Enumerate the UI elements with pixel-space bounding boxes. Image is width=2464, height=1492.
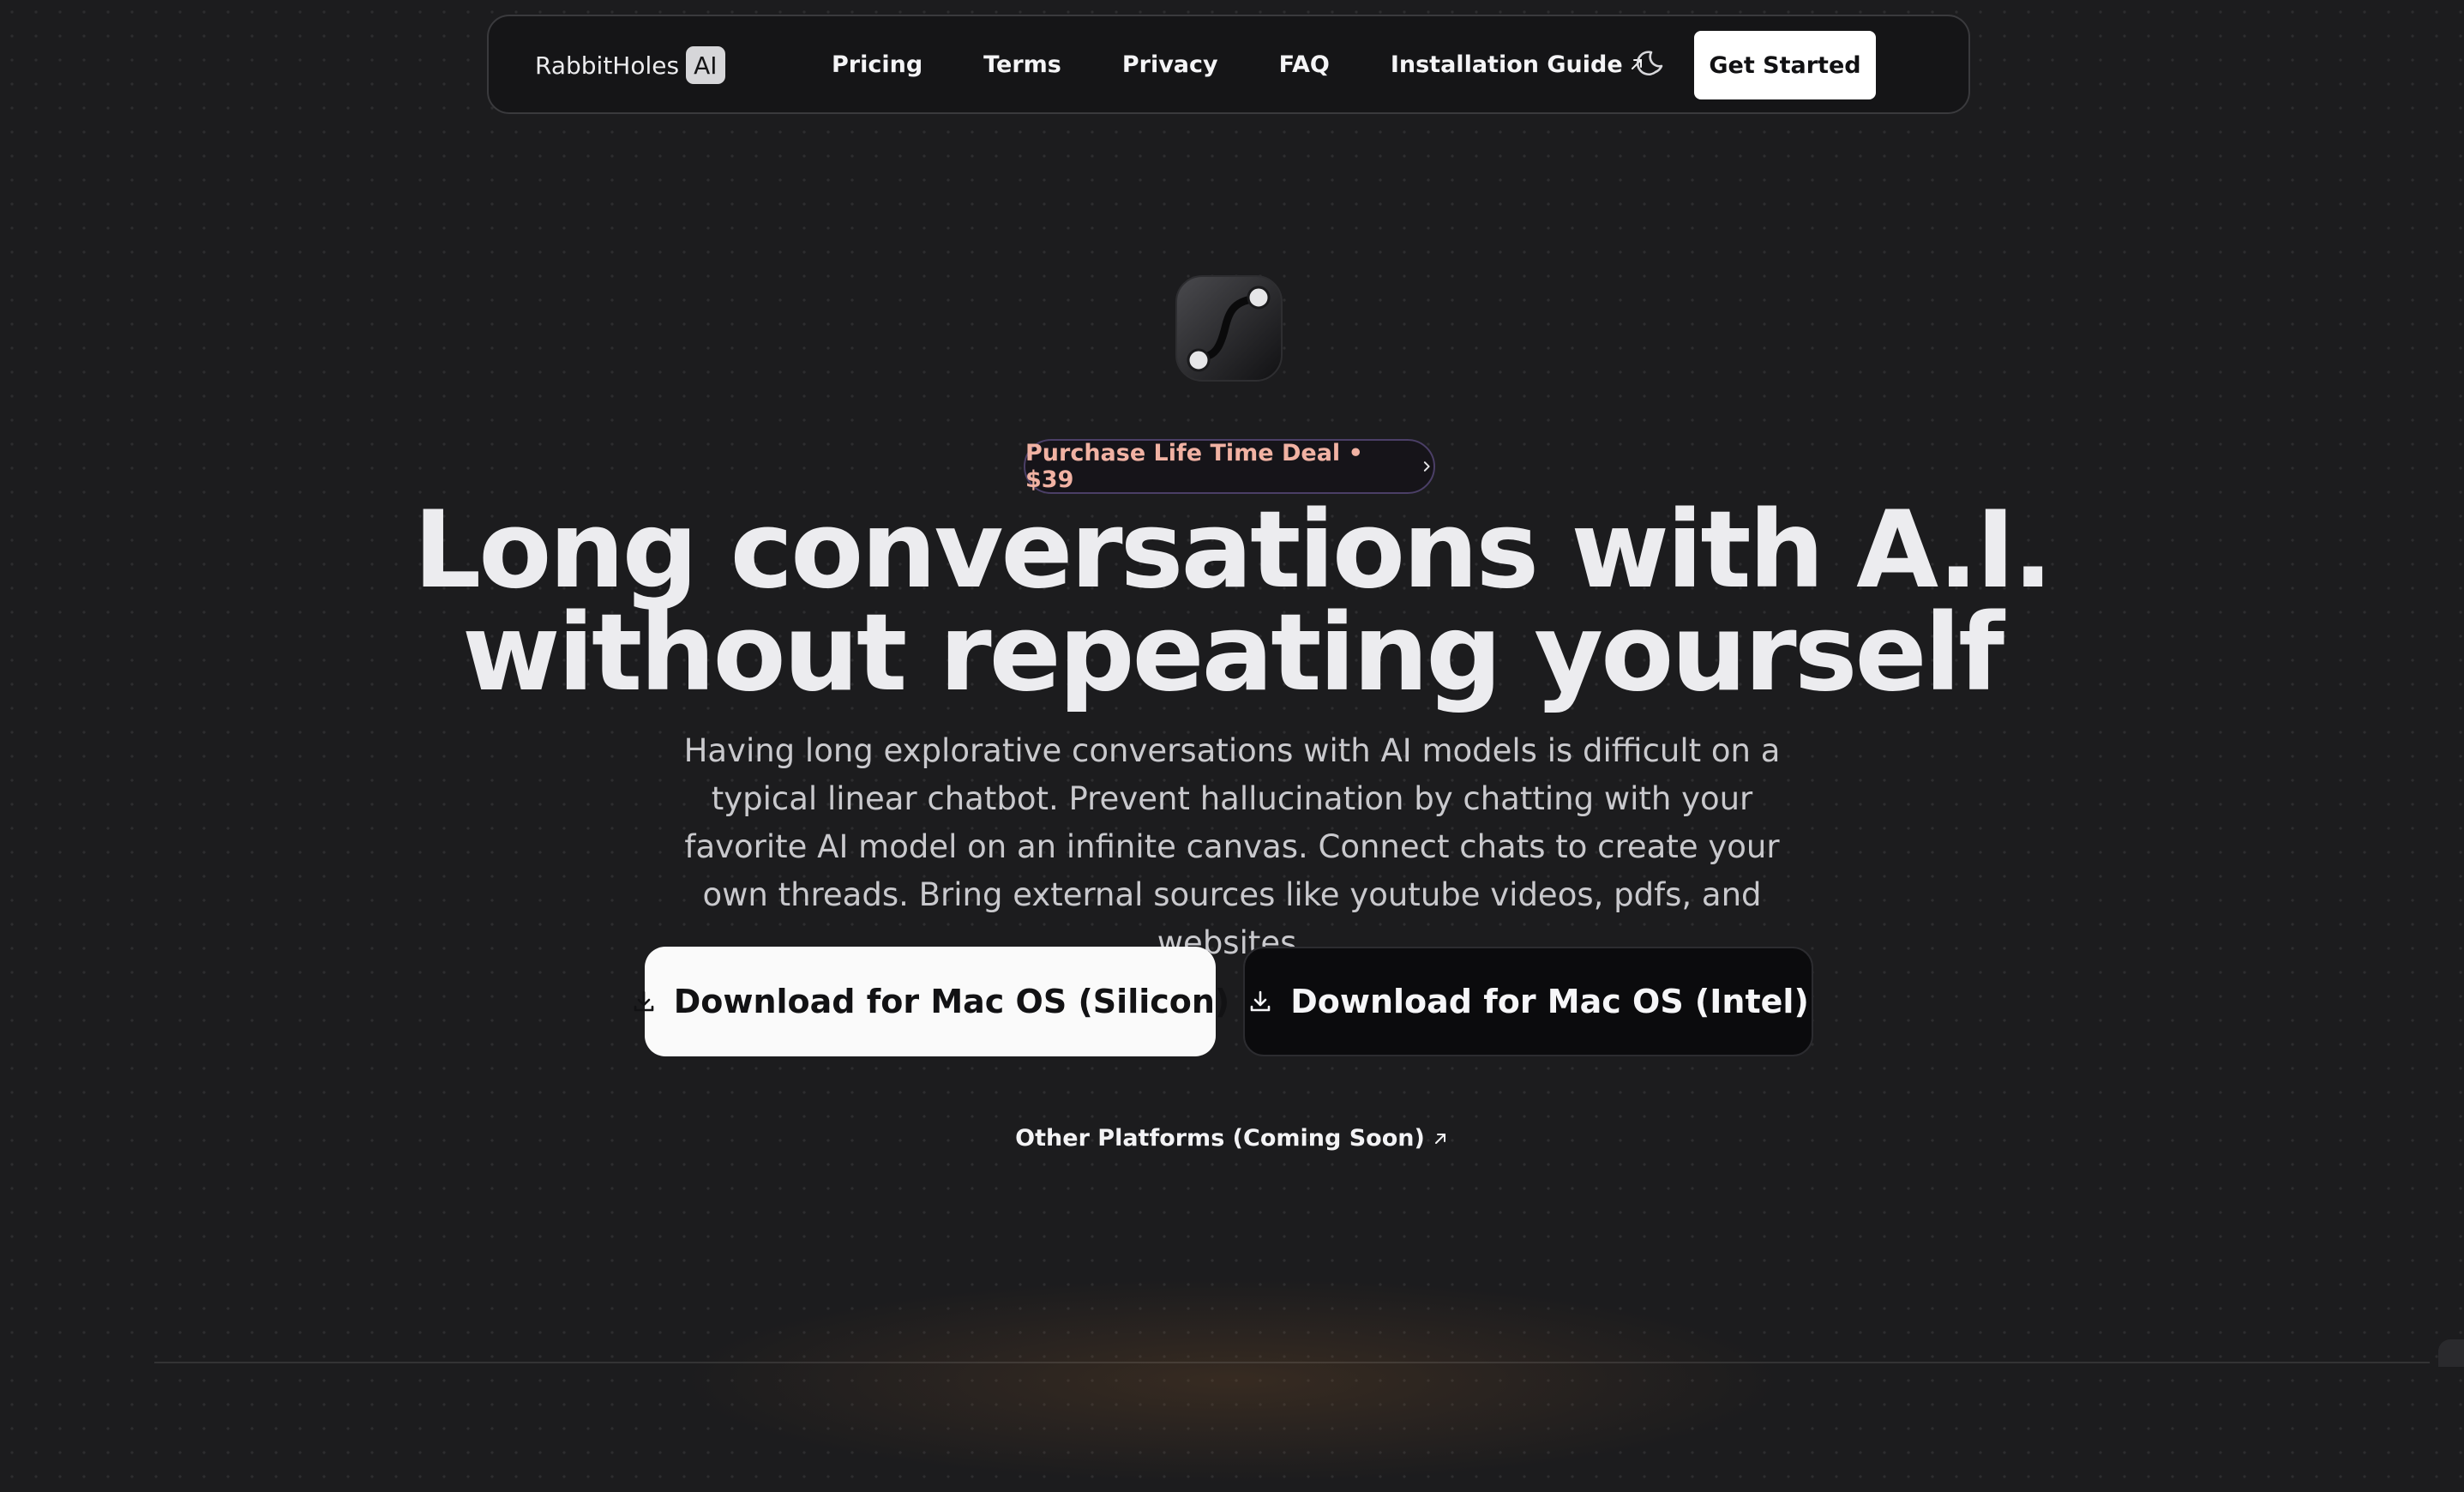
- moon-icon[interactable]: [1632, 47, 1667, 81]
- lifetime-deal-pill[interactable]: Purchase Life Time Deal • $39: [1024, 439, 1435, 494]
- get-started-button[interactable]: Get Started: [1694, 31, 1876, 99]
- download-intel-label: Download for Mac OS (Intel): [1290, 983, 1809, 1020]
- other-platforms-link[interactable]: Other Platforms (Coming Soon): [0, 1125, 2464, 1152]
- section-divider: [154, 1362, 2430, 1363]
- bottom-glow: [632, 1269, 1832, 1492]
- brand-logo[interactable]: RabbitHoles AI: [535, 45, 725, 86]
- download-icon: [1250, 990, 1271, 1012]
- nav-links: Pricing Terms Privacy FAQ Installation G…: [832, 16, 1645, 112]
- hero-headline-line-2: without repeating yourself: [461, 592, 2004, 715]
- download-icon: [634, 990, 654, 1012]
- download-mac-intel-button[interactable]: Download for Mac OS (Intel): [1243, 947, 1813, 1056]
- external-link-icon: [1434, 1133, 1445, 1144]
- download-silicon-label: Download for Mac OS (Silicon): [673, 983, 1230, 1020]
- nav-link-privacy[interactable]: Privacy: [1122, 51, 1218, 78]
- hero-headline-line-1: Long conversations with A.I.: [413, 489, 2053, 612]
- deal-label: Purchase Life Time Deal • $39: [1025, 440, 1363, 493]
- nav-link-label: Privacy: [1121, 51, 1218, 78]
- nav-link-label: Pricing: [832, 51, 923, 78]
- nav-link-label: FAQ: [1278, 51, 1330, 78]
- corner-widget[interactable]: [2438, 1339, 2464, 1367]
- nav-link-pricing[interactable]: Pricing: [832, 51, 922, 78]
- nav-link-label: Installation Guide: [1390, 51, 1623, 78]
- nav-link-faq[interactable]: FAQ: [1279, 51, 1330, 78]
- app-logo-icon: [1175, 275, 1283, 382]
- other-platforms-label: Other Platforms (Coming Soon): [1015, 1125, 1425, 1152]
- hero-description: Having long explorative conversations wi…: [683, 732, 1781, 961]
- top-navbar: RabbitHoles AI Pricing Terms Privacy FAQ…: [487, 15, 1970, 114]
- chevron-right-icon: [1424, 461, 1431, 472]
- brand-name: RabbitHoles: [535, 51, 680, 80]
- nav-link-label: Terms: [983, 51, 1061, 78]
- download-mac-silicon-button[interactable]: Download for Mac OS (Silicon): [634, 947, 1229, 1056]
- brand-badge: AI: [686, 46, 725, 84]
- nav-link-installation-guide[interactable]: Installation Guide: [1391, 51, 1645, 78]
- nav-link-terms[interactable]: Terms: [983, 51, 1061, 78]
